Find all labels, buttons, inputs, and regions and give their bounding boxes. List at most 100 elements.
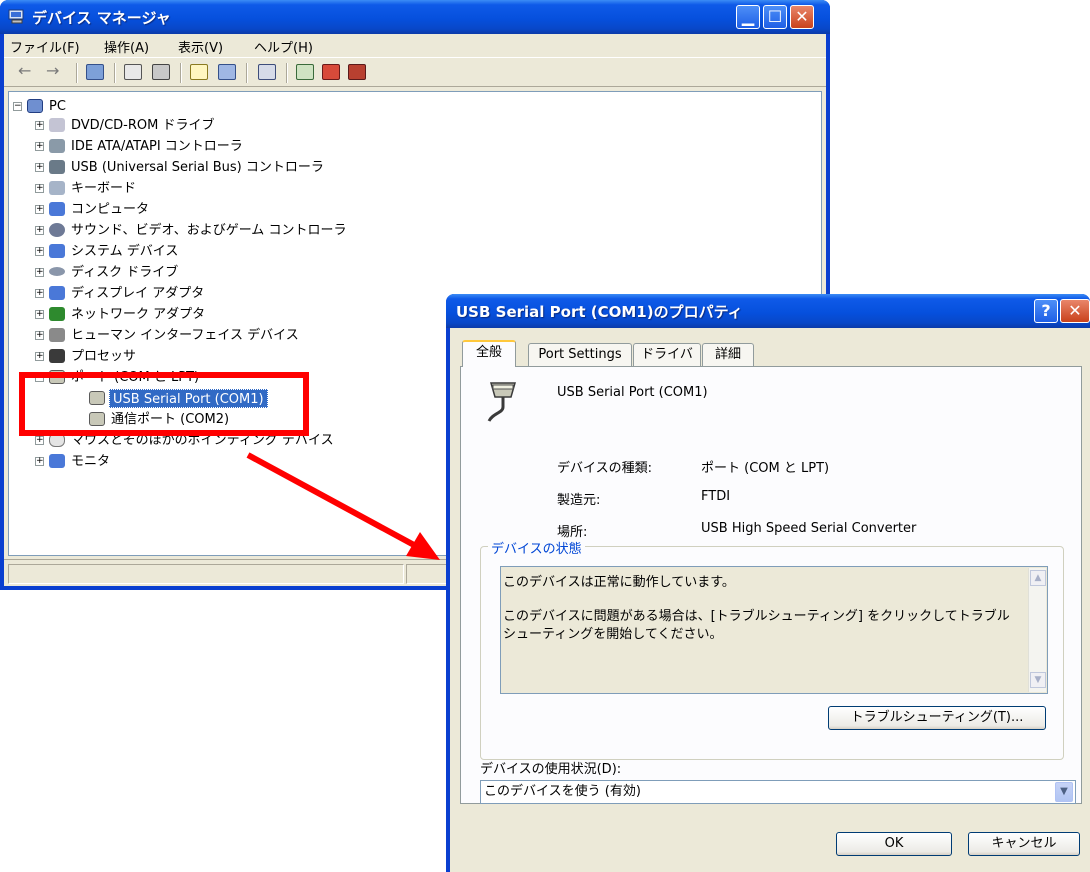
chevron-down-icon[interactable]: ▼ — [1055, 782, 1073, 802]
ok-button[interactable]: OK — [836, 832, 952, 856]
tree-root-label: PC — [49, 99, 66, 114]
expand-icon[interactable]: + — [35, 142, 44, 151]
device-manager-title: デバイス マネージャ — [32, 9, 171, 27]
tree-category-label: DVD/CD-ROM ドライブ — [71, 118, 215, 133]
tab-port-settings[interactable]: Port Settings — [528, 343, 632, 367]
close-icon: ✕ — [1068, 301, 1082, 320]
cancel-button[interactable]: キャンセル — [968, 832, 1080, 856]
properties-client: 全般 Port Settings ドライバ 詳細 USB Serial Port… — [450, 328, 1090, 872]
properties-icon[interactable] — [124, 64, 142, 80]
device-status-textbox[interactable]: このデバイスは正常に動作しています。 このデバイスに問題がある場合は、[トラブル… — [500, 566, 1048, 694]
expand-icon[interactable]: + — [35, 247, 44, 256]
device-status-title: デバイスの状態 — [488, 538, 585, 557]
info-label-manufacturer: 製造元: — [557, 493, 601, 508]
console-tree-icon[interactable] — [218, 64, 236, 80]
disk-drive-icon — [49, 267, 65, 276]
device-name: USB Serial Port (COM1) — [557, 385, 708, 400]
expand-icon[interactable]: + — [35, 226, 44, 235]
menu-help[interactable]: ヘルプ(H) — [254, 37, 313, 56]
usb-icon — [49, 160, 65, 174]
tab-driver[interactable]: ドライバ — [633, 343, 701, 367]
forward-icon[interactable]: → — [46, 61, 59, 80]
expand-icon[interactable]: + — [35, 289, 44, 298]
tree-category-label: システム デバイス — [71, 244, 179, 259]
annotation-highlight-box — [19, 372, 309, 436]
menu-action[interactable]: 操作(A) — [104, 37, 149, 56]
scroll-up-icon[interactable]: ▲ — [1030, 570, 1046, 586]
device-manager-titlebar[interactable]: デバイス マネージャ ▁ ☐ ✕ — [0, 0, 830, 34]
computer-root-icon — [27, 99, 43, 113]
serial-port-icon — [487, 382, 516, 422]
tree-category-label: キーボード — [71, 181, 137, 196]
menu-view[interactable]: 表示(V) — [178, 37, 223, 56]
maximize-button[interactable]: ☐ — [763, 5, 787, 29]
monitor-icon — [49, 454, 65, 468]
tree-category-label: ネットワーク アダプタ — [71, 307, 206, 322]
usage-select[interactable]: このデバイスを使う (有効) ▼ — [480, 780, 1076, 804]
properties-title: USB Serial Port (COM1)のプロパティ — [456, 303, 743, 321]
update-driver-icon[interactable] — [296, 64, 314, 80]
expand-icon[interactable]: + — [35, 436, 44, 445]
hid-icon — [49, 328, 65, 342]
tree-category-label: コンピュータ — [71, 202, 150, 217]
info-value-location: USB High Speed Serial Converter — [701, 521, 917, 536]
expand-icon[interactable]: + — [35, 205, 44, 214]
info-value-type: ポート (COM と LPT) — [701, 461, 830, 476]
help-icon[interactable] — [190, 64, 208, 80]
expand-icon[interactable]: + — [35, 457, 44, 466]
menu-file[interactable]: ファイル(F) — [10, 37, 80, 56]
expand-icon[interactable]: + — [35, 352, 44, 361]
tree-category-label: モニタ — [71, 454, 111, 469]
tree-category-label: サウンド、ビデオ、およびゲーム コントローラ — [71, 223, 347, 238]
usage-select-value: このデバイスを使う (有効) — [484, 784, 641, 799]
view-icon[interactable] — [86, 64, 104, 80]
computer-icon — [49, 202, 65, 216]
properties-titlebar[interactable]: USB Serial Port (COM1)のプロパティ ? ✕ — [446, 294, 1090, 328]
display-adapter-icon — [49, 286, 65, 300]
close-button[interactable]: ✕ — [790, 5, 814, 29]
expand-icon[interactable]: + — [35, 331, 44, 340]
tree-category-label: ディスプレイ アダプタ — [71, 286, 205, 301]
tree-category-label: USB (Universal Serial Bus) コントローラ — [71, 160, 324, 175]
scan-hardware-icon[interactable] — [258, 64, 276, 80]
sound-icon — [49, 223, 65, 237]
tree-category-label: プロセッサ — [71, 349, 137, 364]
tab-general[interactable]: 全般 — [462, 340, 516, 367]
keyboard-icon — [49, 181, 65, 195]
troubleshoot-button[interactable]: トラブルシューティング(T)... — [828, 706, 1046, 730]
expand-icon[interactable]: + — [35, 268, 44, 277]
expand-icon[interactable]: + — [35, 310, 44, 319]
network-adapter-icon — [49, 307, 65, 321]
tab-details[interactable]: 詳細 — [702, 343, 754, 367]
close-button[interactable]: ✕ — [1060, 299, 1090, 323]
status-scrollbar[interactable]: ▲ ▼ — [1028, 568, 1046, 692]
info-value-manufacturer: FTDI — [701, 489, 731, 504]
ide-controller-icon — [49, 139, 65, 153]
disable-icon[interactable] — [348, 64, 366, 80]
minimize-button[interactable]: ▁ — [736, 5, 760, 29]
scroll-down-icon[interactable]: ▼ — [1030, 672, 1046, 688]
tree-category-label: IDE ATA/ATAPI コントローラ — [71, 139, 243, 154]
print-icon[interactable] — [152, 64, 170, 80]
expand-icon[interactable]: + — [35, 184, 44, 193]
status-line-1: このデバイスは正常に動作しています。 — [503, 575, 735, 590]
info-label-type: デバイスの種類: — [557, 461, 652, 476]
tree-category-label: ディスク ドライブ — [71, 265, 179, 280]
toolbar: ← → — [4, 57, 826, 87]
expand-icon[interactable]: + — [35, 121, 44, 130]
help-button[interactable]: ? — [1034, 299, 1058, 323]
collapse-icon[interactable]: − — [13, 102, 22, 111]
minimize-icon: ▁ — [741, 7, 755, 26]
usage-label: デバイスの使用状況(D): — [480, 762, 622, 777]
properties-dialog: USB Serial Port (COM1)のプロパティ ? ✕ 全般 Port… — [446, 294, 1090, 872]
tree-category-label: ヒューマン インターフェイス デバイス — [71, 328, 299, 343]
menu-bar: ファイル(F) 操作(A) 表示(V) ヘルプ(H) — [4, 34, 826, 56]
uninstall-icon[interactable] — [322, 64, 340, 80]
status-pane — [8, 564, 404, 584]
system-device-icon — [49, 244, 65, 258]
back-icon[interactable]: ← — [18, 61, 31, 80]
expand-icon[interactable]: + — [35, 163, 44, 172]
status-line-2: このデバイスに問題がある場合は、[トラブルシューティング] をクリックしてトラブ… — [503, 609, 1010, 624]
processor-icon — [49, 349, 65, 363]
device-manager-icon — [8, 9, 24, 24]
